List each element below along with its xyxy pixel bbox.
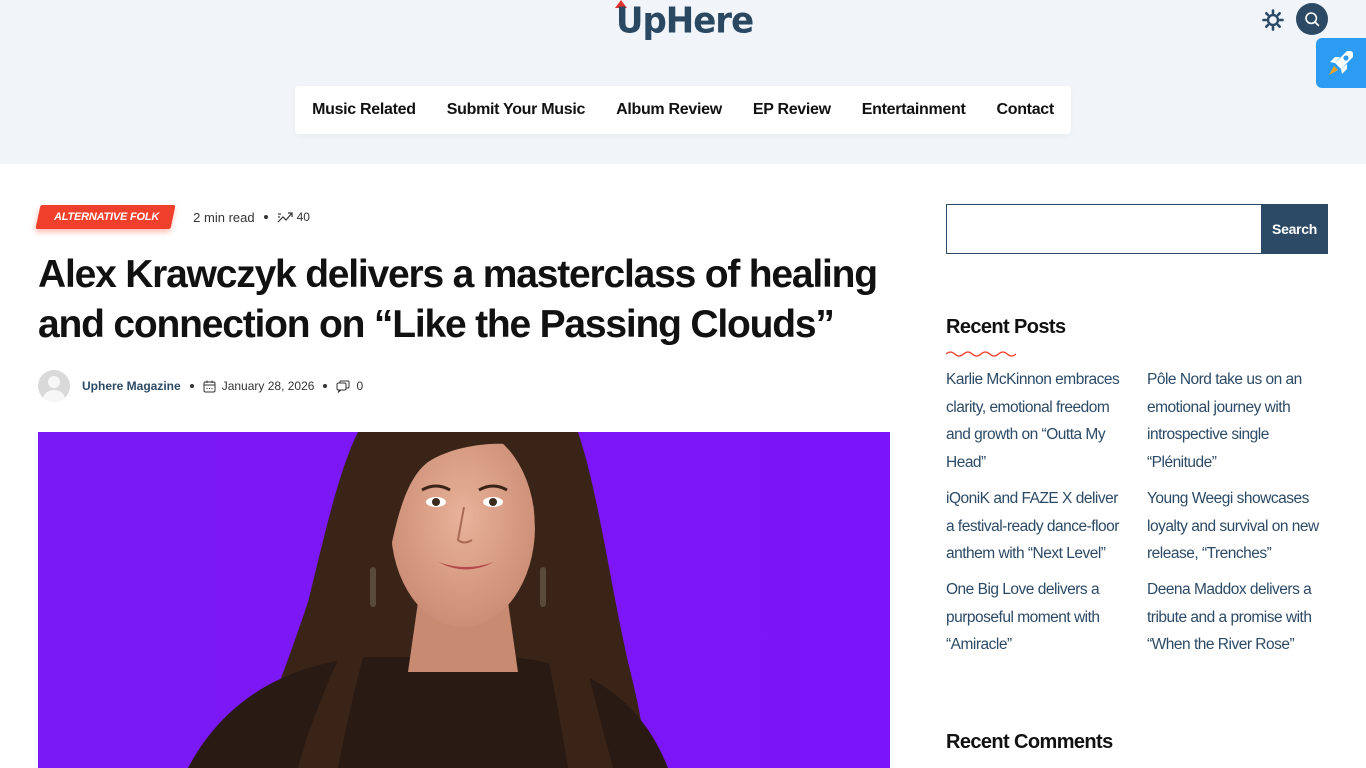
nav-music-related[interactable]: Music Related [297, 101, 432, 119]
featured-image [38, 432, 890, 768]
recent-post-link[interactable]: Pôle Nord take us on an emotional journe… [1147, 366, 1327, 476]
read-time: 2 min read [193, 209, 255, 225]
nav-entertainment[interactable]: Entertainment [846, 101, 981, 119]
recent-post-link[interactable]: iQoniK and FAZE X deliver a festival-rea… [946, 485, 1126, 568]
recent-comments-title: Recent Comments [946, 731, 1113, 753]
author-link[interactable]: Uphere Magazine [82, 379, 181, 393]
search-icon [1305, 12, 1320, 27]
nav-submit-your-music[interactable]: Submit Your Music [431, 101, 600, 119]
rocket-icon [1329, 51, 1353, 75]
author-row: Uphere Magazine January 28, 2026 0 [38, 370, 363, 402]
category-badge[interactable]: ALTERNATIVE FOLK [35, 205, 176, 229]
nav-contact[interactable]: Contact [981, 101, 1069, 119]
trending-icon [277, 212, 293, 223]
site-header: UpHere Music Related Submit Your Music A… [0, 0, 1366, 164]
comments-count[interactable]: 0 [336, 379, 363, 393]
article-title: Alex Krawczyk delivers a masterclass of … [38, 253, 878, 346]
search-input[interactable] [946, 204, 1261, 254]
recent-posts-title: Recent Posts [946, 316, 1066, 338]
calendar-icon [203, 380, 216, 392]
separator-dot [263, 215, 268, 219]
search-button[interactable]: Search [1261, 204, 1328, 254]
nav-ep-review[interactable]: EP Review [737, 101, 846, 119]
site-logo[interactable]: UpHere [612, 0, 757, 42]
views-count: 40 [277, 210, 310, 224]
recent-post-link[interactable]: Karlie McKinnon embraces clarity, emotio… [946, 366, 1126, 476]
theme-toggle-icon[interactable] [1262, 9, 1284, 31]
header-search-button[interactable] [1296, 3, 1328, 35]
comment-icon [336, 380, 350, 393]
sidebar-search: Search [946, 204, 1328, 254]
title-underline-decoration [946, 351, 1016, 357]
publish-date: January 28, 2026 [203, 379, 314, 393]
recent-post-link[interactable]: Young Weegi showcases loyalty and surviv… [1147, 485, 1327, 568]
article-meta-top: ALTERNATIVE FOLK 2 min read 40 [35, 204, 310, 230]
recent-post-link[interactable]: Deena Maddox delivers a tribute and a pr… [1147, 576, 1327, 659]
portrait-illustration [188, 432, 668, 768]
main-nav: Music Related Submit Your Music Album Re… [295, 86, 1071, 134]
separator-dot [189, 384, 194, 388]
rocket-button[interactable] [1316, 38, 1366, 88]
logo-text: UpHere [615, 0, 754, 43]
separator-dot [323, 384, 328, 388]
avatar[interactable] [38, 370, 70, 402]
nav-album-review[interactable]: Album Review [601, 101, 738, 119]
recent-post-link[interactable]: One Big Love delivers a purposeful momen… [946, 576, 1126, 659]
